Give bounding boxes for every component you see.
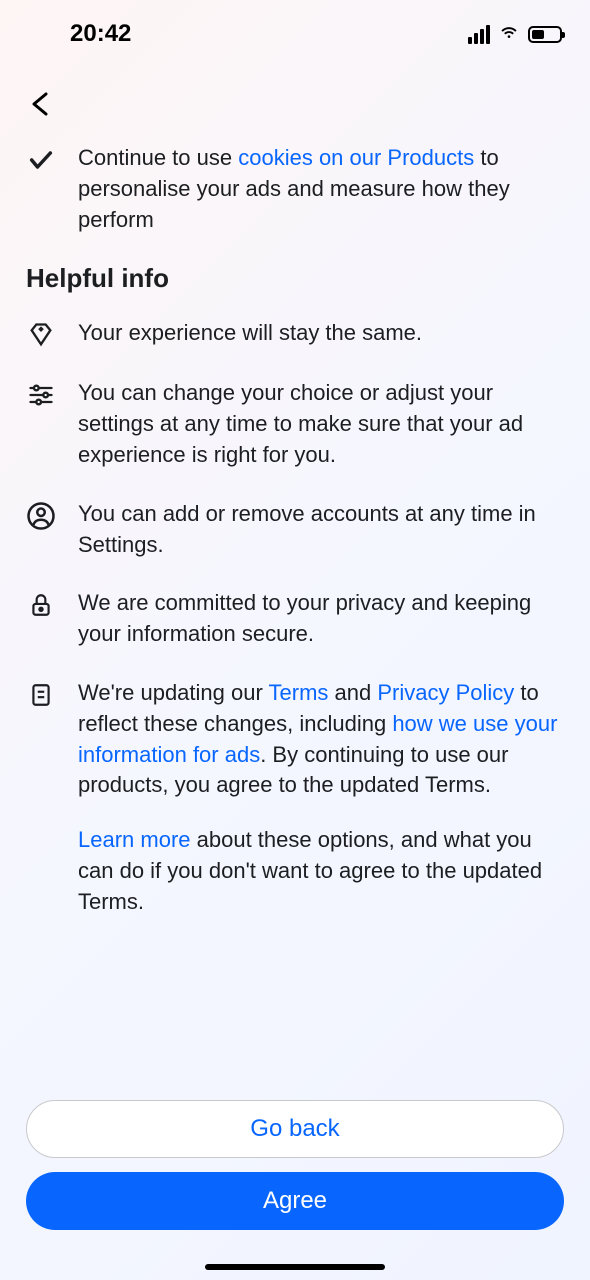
experience-text: Your experience will stay the same. <box>78 318 564 349</box>
document-icon <box>26 680 56 710</box>
cellular-signal-icon <box>468 25 490 44</box>
experience-item: Your experience will stay the same. <box>26 318 564 350</box>
terms-link[interactable]: Terms <box>269 680 329 705</box>
cookies-link[interactable]: cookies on our Products <box>238 145 474 170</box>
home-indicator[interactable] <box>205 1264 385 1270</box>
helpful-info-heading: Helpful info <box>26 263 564 294</box>
settings-item: You can change your choice or adjust you… <box>26 378 564 470</box>
wifi-icon <box>498 21 520 48</box>
terms-item: We're updating our Terms and Privacy Pol… <box>26 678 564 918</box>
go-back-button[interactable]: Go back <box>26 1100 564 1158</box>
status-icons <box>468 21 562 48</box>
accounts-item: You can add or remove accounts at any ti… <box>26 499 564 561</box>
sliders-icon <box>26 380 56 410</box>
content-area: Continue to use cookies on our Products … <box>0 143 590 918</box>
checkmark-icon <box>26 145 56 175</box>
person-circle-icon <box>26 501 56 531</box>
buttons-container: Go back Agree <box>26 1100 564 1230</box>
accounts-text: You can add or remove accounts at any ti… <box>78 499 564 561</box>
status-bar: 20:42 <box>0 0 590 60</box>
settings-text: You can change your choice or adjust you… <box>78 378 564 470</box>
cookies-item: Continue to use cookies on our Products … <box>26 143 564 235</box>
learn-more-link[interactable]: Learn more <box>78 827 191 852</box>
back-button[interactable] <box>0 60 590 143</box>
terms-text: We're updating our Terms and Privacy Pol… <box>78 678 564 918</box>
status-time: 20:42 <box>70 20 131 48</box>
privacy-item: We are committed to your privacy and kee… <box>26 588 564 650</box>
battery-icon <box>528 26 562 43</box>
cookies-text: Continue to use cookies on our Products … <box>78 143 564 235</box>
lock-icon <box>26 590 56 620</box>
diamond-icon <box>26 320 56 350</box>
privacy-policy-link[interactable]: Privacy Policy <box>377 680 514 705</box>
agree-button[interactable]: Agree <box>26 1172 564 1230</box>
privacy-text: We are committed to your privacy and kee… <box>78 588 564 650</box>
